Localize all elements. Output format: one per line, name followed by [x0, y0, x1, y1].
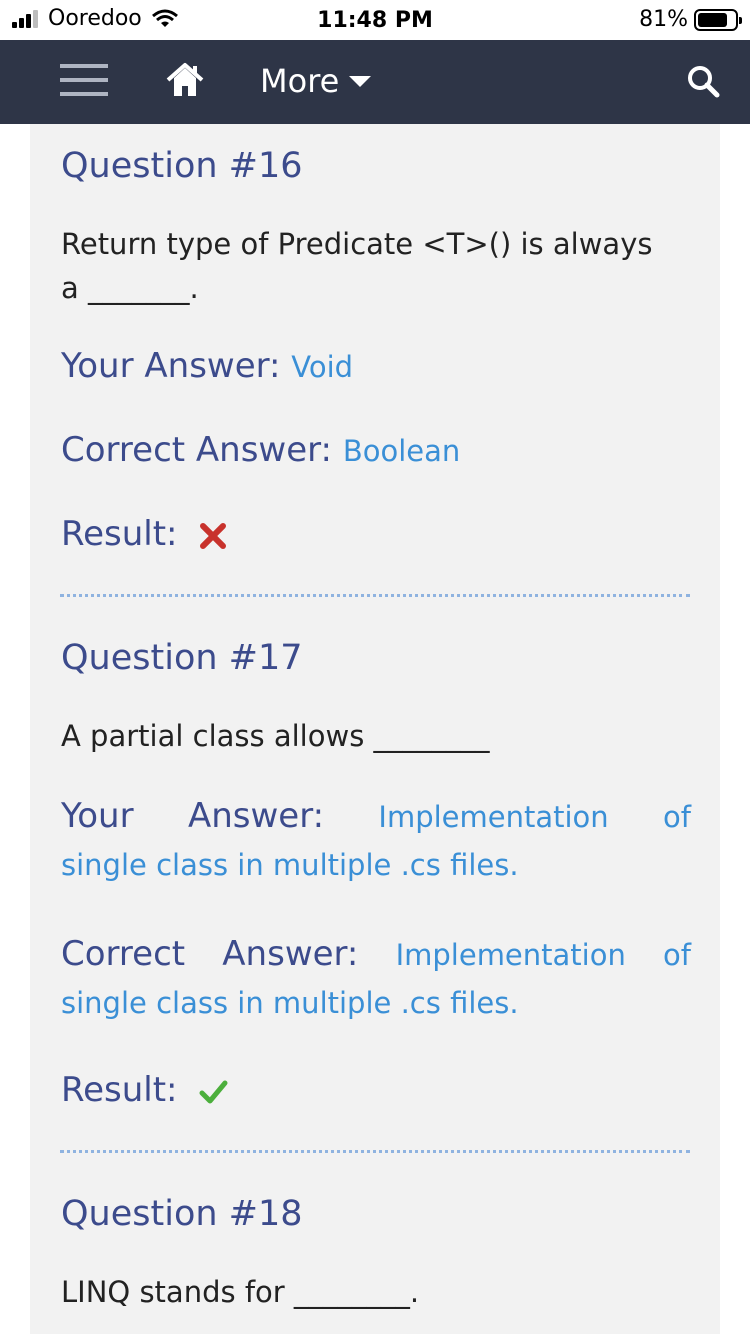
battery-percent: 81% [639, 7, 688, 32]
result-label: Result: [61, 514, 178, 554]
your-answer-row: Your Answer: Implementation of single cl… [61, 796, 691, 882]
result-row: Result: [61, 1070, 691, 1110]
correct-answer-value: Boolean [342, 434, 461, 468]
question-text: Return type of Predicate <T>() is always… [61, 222, 691, 310]
your-answer-value-part: of [663, 800, 691, 834]
correct-answer-row: Correct Answer: Implementation of single… [61, 934, 691, 1020]
divider [60, 594, 690, 597]
correct-answer-label: Correct Answer: [61, 430, 332, 470]
question-title: Question #18 [61, 1194, 303, 1234]
chevron-down-icon [349, 75, 372, 87]
your-answer-label-part: Your [61, 796, 134, 836]
question-title: Question #17 [61, 638, 303, 678]
correct-answer-line: Correct Answer: Implementation of [61, 934, 691, 974]
your-answer-label: Your Answer: [61, 346, 281, 386]
your-answer-value-line: single class in multiple .cs files. [61, 848, 519, 882]
menu-icon[interactable] [60, 58, 108, 106]
your-answer-value: Void [291, 350, 354, 384]
status-right: 81% [639, 7, 742, 32]
your-answer-value-part: Implementation [378, 800, 609, 834]
correct-answer-label-part: Correct [61, 934, 186, 974]
status-bar: Ooredoo 11:48 PM 81% [0, 0, 750, 40]
top-navbar: More [0, 40, 750, 124]
question-text-line: Return type of Predicate <T>() is always [61, 227, 653, 261]
question-text: LINQ stands for ________. [61, 1270, 691, 1314]
correct-answer-value-part: of [663, 938, 691, 972]
correct-answer-label-part: Answer: [222, 934, 359, 974]
correct-answer-value-line: single class in multiple .cs files. [61, 986, 519, 1020]
status-time: 11:48 PM [317, 8, 433, 33]
question-text: A partial class allows ________ [61, 714, 691, 758]
your-answer-label-part: Answer: [187, 796, 325, 836]
battery-icon [694, 8, 742, 31]
your-answer-row: Your Answer: Void [61, 346, 691, 386]
check-icon [199, 1080, 228, 1103]
result-row: Result: [61, 514, 691, 554]
wrong-icon [200, 522, 227, 549]
home-icon[interactable] [166, 62, 204, 98]
more-label: More [260, 62, 340, 100]
search-icon[interactable] [686, 64, 720, 98]
divider [60, 1150, 690, 1153]
your-answer-line: Your Answer: Implementation of [61, 796, 691, 836]
result-label: Result: [61, 1070, 178, 1110]
correct-answer-row: Correct Answer: Boolean [61, 430, 691, 470]
question-text-line: A partial class allows ________ [61, 719, 490, 753]
results-panel: Question #16 Return type of Predicate <T… [30, 124, 720, 1334]
correct-answer-value-part: Implementation [395, 938, 626, 972]
question-text-line: LINQ stands for ________. [61, 1275, 420, 1309]
question-title: Question #16 [61, 146, 303, 186]
question-text-line: a _______. [61, 271, 199, 305]
more-dropdown[interactable]: More [260, 62, 372, 100]
